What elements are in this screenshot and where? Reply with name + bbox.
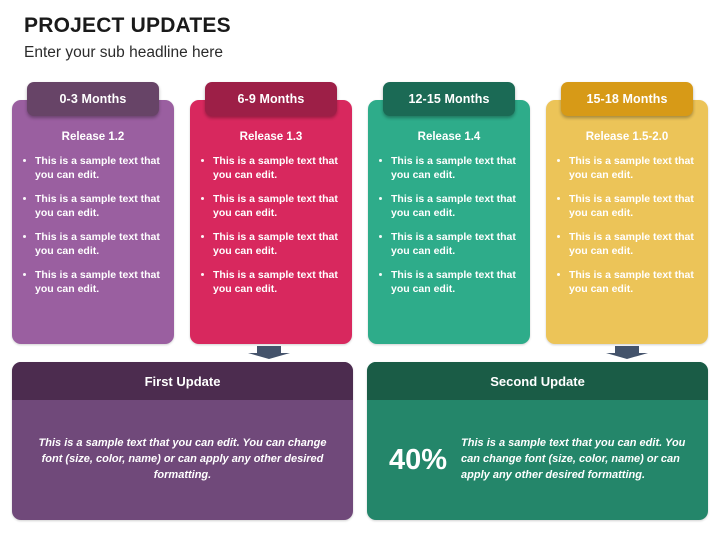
bullet-dot-icon: [201, 272, 204, 276]
down-arrow-icon-left: [246, 345, 292, 360]
list-item: This is a sample text that you can edit.: [555, 230, 703, 259]
column-release-label: Release 1.4: [417, 131, 481, 143]
list-item: This is a sample text that you can edit.: [377, 230, 525, 259]
down-arrow-shape: [248, 346, 290, 359]
list-item-text: This is a sample text that you can edit.: [213, 230, 338, 258]
list-item-text: This is a sample text that you can edit.: [35, 192, 160, 220]
bullet-dot-icon: [23, 159, 26, 162]
list-item-text: This is a sample text that you can edit.: [569, 230, 694, 258]
list-item-text: This is a sample text that you can edit.: [391, 192, 516, 220]
update-panel-body: 40% This is a sample text that you can e…: [367, 400, 708, 520]
bullet-dot-icon: [557, 159, 560, 162]
list-item-text: This is a sample text that you can edit.: [213, 268, 338, 296]
timeline-column-15-18-months[interactable]: 15-18 Months Release 1.5-2.0 This is a s…: [546, 82, 708, 344]
update-panel-second[interactable]: Second Update 40% This is a sample text …: [367, 362, 708, 520]
list-item: This is a sample text that you can edit.: [555, 268, 703, 297]
bullet-dot-icon: [379, 159, 382, 162]
update-panel-header: First Update: [12, 362, 353, 400]
update-panels: First Update This is a sample text that …: [12, 362, 708, 522]
column-tab[interactable]: 12-15 Months: [383, 82, 515, 116]
list-item-text: This is a sample text that you can edit.: [213, 192, 338, 220]
list-item: This is a sample text that you can edit.: [199, 230, 347, 259]
update-panel-text: This is a sample text that you can edit.…: [461, 437, 686, 481]
list-item: This is a sample text that you can edit.: [199, 154, 347, 183]
column-bullet-list: This is a sample text that you can edit.…: [199, 154, 347, 306]
timeline-column-6-9-months[interactable]: 6-9 Months Release 1.3 This is a sample …: [190, 82, 352, 344]
bullet-dot-icon: [23, 234, 26, 238]
column-tab-label: 12-15 Months: [408, 92, 490, 106]
list-item: This is a sample text that you can edit.: [199, 192, 347, 221]
column-tab-label: 6-9 Months: [237, 92, 305, 106]
column-tab[interactable]: 15-18 Months: [561, 82, 693, 116]
list-item-text: This is a sample text that you can edit.: [35, 155, 160, 182]
update-panel-title: Second Update: [490, 373, 585, 389]
bullet-dot-icon: [379, 234, 382, 238]
bullet-dot-icon: [379, 272, 382, 276]
update-panel-body: This is a sample text that you can edit.…: [12, 400, 353, 520]
down-arrow-shape: [606, 346, 648, 359]
list-item: This is a sample text that you can edit.: [21, 268, 169, 297]
update-panel-text: This is a sample text that you can edit.…: [38, 437, 327, 481]
bullet-dot-icon: [201, 196, 204, 200]
bullet-dot-icon: [201, 159, 204, 162]
list-item: This is a sample text that you can edit.: [21, 192, 169, 221]
column-tab-label: 15-18 Months: [586, 92, 668, 106]
list-item: This is a sample text that you can edit.: [555, 154, 703, 183]
column-bullet-list: This is a sample text that you can edit.…: [21, 154, 169, 306]
list-item: This is a sample text that you can edit.: [199, 268, 347, 297]
bullet-dot-icon: [23, 196, 26, 200]
update-panel-first[interactable]: First Update This is a sample text that …: [12, 362, 353, 520]
list-item: This is a sample text that you can edit.: [377, 154, 525, 183]
column-bullet-list: This is a sample text that you can edit.…: [377, 154, 525, 306]
timeline-column-12-15-months[interactable]: 12-15 Months Release 1.4 This is a sampl…: [368, 82, 530, 344]
column-tab[interactable]: 6-9 Months: [205, 82, 337, 116]
column-tab[interactable]: 0-3 Months: [27, 82, 159, 116]
update-panel-title: First Update: [144, 373, 221, 389]
bullet-dot-icon: [557, 196, 560, 200]
timeline-columns: 0-3 Months Release 1.2 This is a sample …: [12, 82, 708, 344]
bullet-dot-icon: [557, 272, 560, 276]
list-item-text: This is a sample text that you can edit.: [213, 155, 338, 182]
update-panel-header: Second Update: [367, 362, 708, 400]
update-panel-metric: 40%: [389, 443, 448, 476]
column-bullet-list: This is a sample text that you can edit.…: [555, 154, 703, 306]
list-item: This is a sample text that you can edit.: [21, 154, 169, 183]
list-item: This is a sample text that you can edit.: [377, 268, 525, 297]
bullet-dot-icon: [557, 234, 560, 238]
timeline-column-0-3-months[interactable]: 0-3 Months Release 1.2 This is a sample …: [12, 82, 174, 344]
list-item-text: This is a sample text that you can edit.: [569, 155, 694, 182]
column-release-label: Release 1.5-2.0: [585, 131, 669, 143]
column-release-label: Release 1.2: [61, 131, 125, 143]
list-item: This is a sample text that you can edit.: [21, 230, 169, 259]
list-item-text: This is a sample text that you can edit.: [35, 268, 160, 296]
bullet-dot-icon: [23, 272, 26, 276]
list-item-text: This is a sample text that you can edit.: [391, 268, 516, 296]
column-tab-label: 0-3 Months: [59, 92, 127, 106]
list-item-text: This is a sample text that you can edit.: [391, 230, 516, 258]
page-title: PROJECT UPDATES: [24, 14, 231, 37]
page-header: PROJECT UPDATES Enter your sub headline …: [24, 14, 696, 62]
list-item-text: This is a sample text that you can edit.: [569, 268, 694, 296]
column-release-label: Release 1.3: [239, 131, 303, 143]
list-item-text: This is a sample text that you can edit.: [569, 192, 694, 220]
down-arrow-icon-right: [604, 345, 650, 360]
list-item-text: This is a sample text that you can edit.: [391, 155, 516, 182]
page-subtitle: Enter your sub headline here: [24, 44, 224, 62]
list-item-text: This is a sample text that you can edit.: [35, 230, 160, 258]
list-item: This is a sample text that you can edit.: [555, 192, 703, 221]
list-item: This is a sample text that you can edit.: [377, 192, 525, 221]
bullet-dot-icon: [201, 234, 204, 238]
bullet-dot-icon: [379, 196, 382, 200]
